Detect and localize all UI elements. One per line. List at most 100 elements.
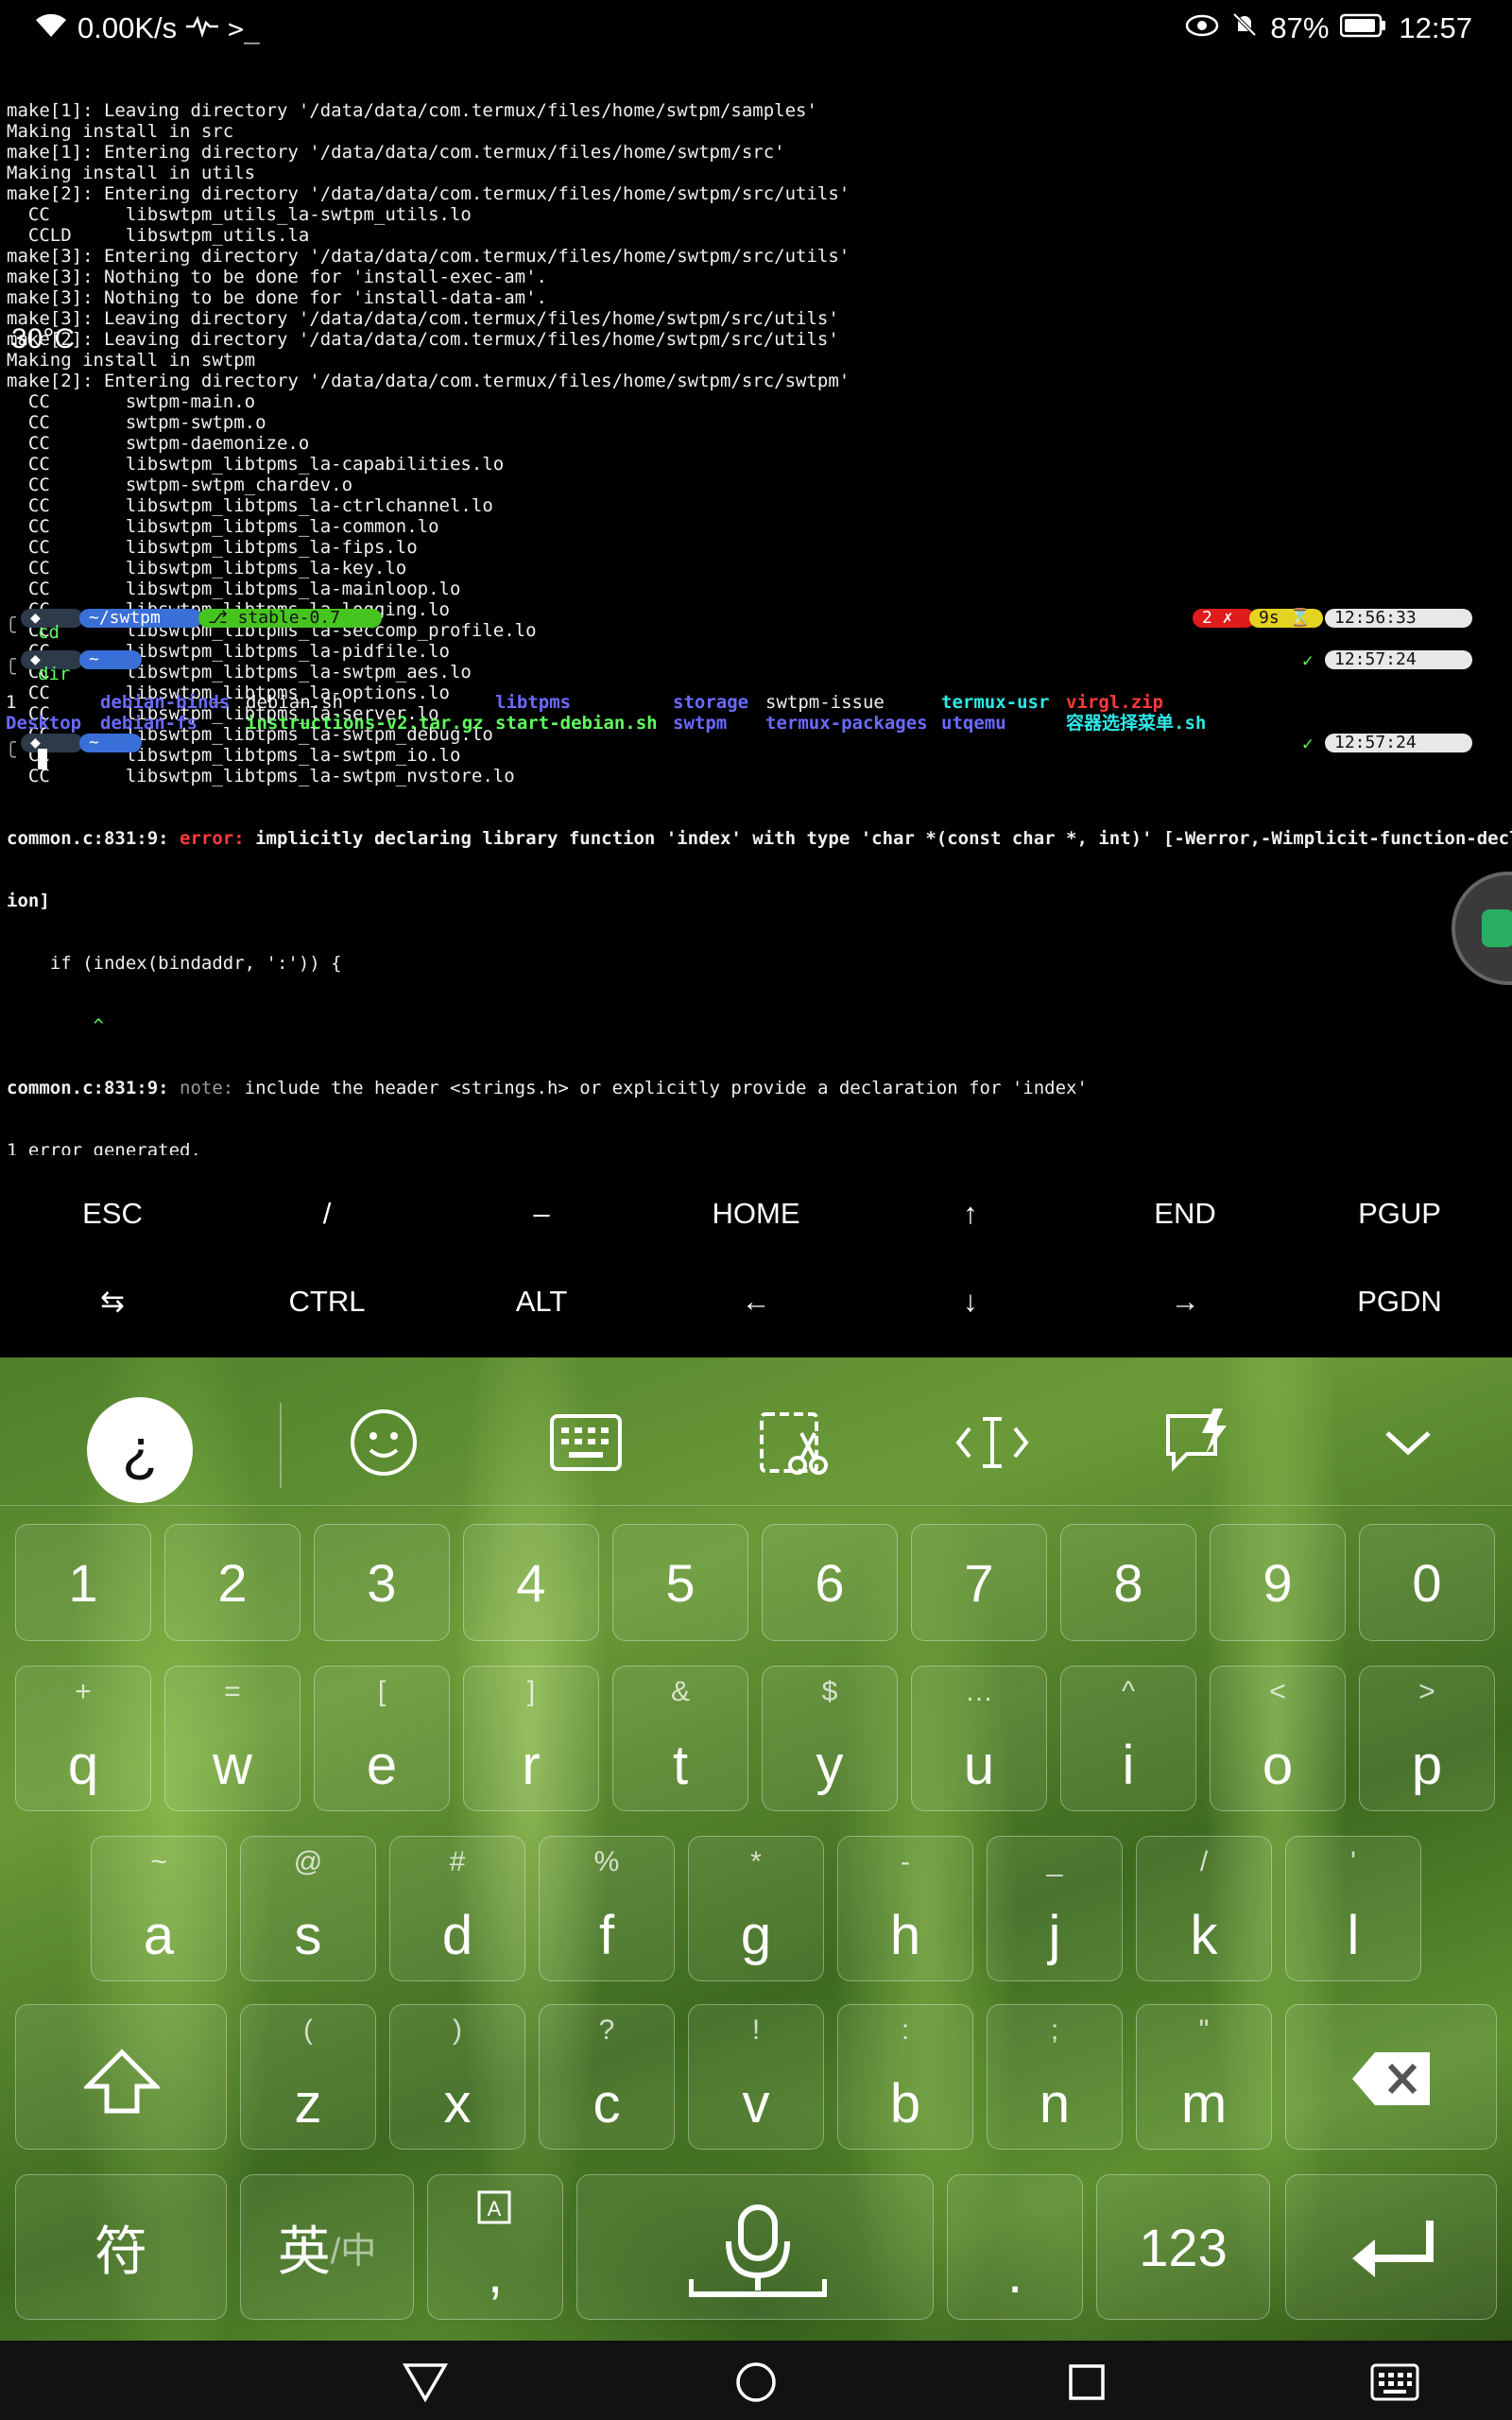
extra-key[interactable]: ↓ bbox=[863, 1256, 1078, 1346]
extra-key[interactable]: ↑ bbox=[863, 1168, 1078, 1258]
extra-key[interactable]: ESC bbox=[5, 1168, 220, 1258]
key-label: 5 bbox=[665, 1552, 696, 1613]
extra-key[interactable]: ⇆ bbox=[5, 1256, 220, 1346]
key-label: u bbox=[963, 1735, 995, 1796]
android-icon: ◆ bbox=[21, 734, 83, 752]
extra-key[interactable]: PGDN bbox=[1292, 1256, 1507, 1346]
key-letter[interactable]: (z bbox=[240, 2004, 376, 2150]
cursor-control-button[interactable] bbox=[945, 1395, 1040, 1490]
dir-entry: debian.sh bbox=[246, 692, 343, 713]
key-letter[interactable]: ; n bbox=[987, 2004, 1123, 2150]
shift-key[interactable] bbox=[15, 2004, 227, 2150]
extra-key[interactable]: HOME bbox=[648, 1168, 864, 1258]
key-number[interactable]: 6 bbox=[762, 1524, 898, 1641]
key-letter[interactable]: :b bbox=[837, 2004, 973, 2150]
key-label-wrap: 英/中 bbox=[241, 2175, 413, 2319]
key-letter[interactable]: % f bbox=[539, 1836, 675, 1981]
extra-key[interactable]: END bbox=[1077, 1168, 1293, 1258]
microphone-icon bbox=[689, 2204, 827, 2297]
key-number[interactable]: 8 bbox=[1060, 1524, 1196, 1641]
key-label: b bbox=[889, 2073, 921, 2135]
key-letter[interactable]: > p bbox=[1359, 1666, 1495, 1811]
dir-entry: virgl.zip bbox=[1066, 692, 1163, 713]
key-letter[interactable]: ? c bbox=[539, 2004, 675, 2150]
home-button[interactable] bbox=[728, 2358, 784, 2407]
space-key[interactable] bbox=[576, 2174, 934, 2320]
key-letter[interactable]: * g bbox=[688, 1836, 824, 1981]
clipboard-cut-button[interactable] bbox=[747, 1395, 841, 1490]
key-number[interactable]: 3 bbox=[314, 1524, 450, 1641]
key-letter[interactable]: & t bbox=[612, 1666, 748, 1811]
key-letter[interactable]: _ j bbox=[987, 1836, 1123, 1981]
key-number[interactable]: 5 bbox=[612, 1524, 748, 1641]
comma-key[interactable]: A, bbox=[427, 2174, 563, 2320]
key-number[interactable]: 1 bbox=[15, 1524, 151, 1641]
numeric-key[interactable]: 123 bbox=[1096, 2174, 1270, 2320]
key-letter[interactable]: … u bbox=[911, 1666, 1047, 1811]
back-button[interactable] bbox=[397, 2358, 454, 2407]
recents-square-icon bbox=[1069, 2364, 1105, 2400]
key-number[interactable]: 9 bbox=[1210, 1524, 1346, 1641]
symbols-key[interactable]: 符 bbox=[15, 2174, 227, 2320]
key-hint: @ bbox=[293, 1846, 323, 1877]
key-letter[interactable]: + q bbox=[15, 1666, 151, 1811]
extra-key[interactable]: PGUP bbox=[1292, 1168, 1507, 1258]
key-hint: ? bbox=[598, 2014, 615, 2046]
terminal-output[interactable]: make[1]: Leaving directory '/data/data/c… bbox=[0, 59, 1512, 1155]
success-check: ✓ bbox=[1302, 734, 1314, 754]
language-switch-key[interactable]: 英/中 bbox=[240, 2174, 414, 2320]
key-letter[interactable]: [e bbox=[314, 1666, 450, 1811]
key-letter[interactable]: $ y bbox=[762, 1666, 898, 1811]
command-text: dir bbox=[38, 664, 71, 684]
dir-entry: Desktop bbox=[6, 713, 82, 734]
extra-key[interactable]: ← bbox=[648, 1256, 864, 1346]
period-key[interactable]: . bbox=[947, 2174, 1083, 2320]
key-letter[interactable]: ] r bbox=[463, 1666, 599, 1811]
key-letter[interactable]: ) x bbox=[389, 2004, 525, 2150]
extra-key[interactable]: – bbox=[434, 1168, 649, 1258]
key-letter[interactable]: ~ a bbox=[91, 1836, 227, 1981]
key-label: k bbox=[1190, 1905, 1218, 1966]
key-letter[interactable]: @ s bbox=[240, 1836, 376, 1981]
dir-entry: libtpms bbox=[495, 692, 572, 713]
recents-button[interactable] bbox=[1058, 2358, 1115, 2407]
ime-logo-button[interactable]: ¿ bbox=[87, 1397, 193, 1503]
key-hint: & bbox=[670, 1676, 690, 1707]
key-letter[interactable]: / k bbox=[1136, 1836, 1272, 1981]
key-letter[interactable]: ' l bbox=[1285, 1836, 1421, 1981]
key-label: f bbox=[598, 1905, 615, 1966]
key-letter[interactable]: # d bbox=[389, 1836, 525, 1981]
key-letter[interactable]: = w bbox=[164, 1666, 301, 1811]
backspace-key[interactable] bbox=[1285, 2004, 1497, 2150]
error-line-cont: ion] bbox=[7, 890, 50, 911]
key-number[interactable]: 0 bbox=[1359, 1524, 1495, 1641]
extra-key[interactable]: CTRL bbox=[219, 1256, 435, 1346]
hide-keyboard-button[interactable] bbox=[1361, 1395, 1455, 1490]
key-label: 6 bbox=[815, 1552, 845, 1613]
prompt-time: 12:57:24 bbox=[1325, 650, 1472, 669]
command-text: cd bbox=[38, 622, 60, 643]
key-hint: + bbox=[75, 1676, 92, 1707]
key-letter[interactable]: ^ i bbox=[1060, 1666, 1196, 1811]
key-letter[interactable]: -h bbox=[837, 1836, 973, 1981]
key-hint: * bbox=[750, 1846, 762, 1877]
quick-reply-button[interactable] bbox=[1149, 1395, 1244, 1490]
key-letter[interactable]: " m bbox=[1136, 2004, 1272, 2150]
key-label: d bbox=[441, 1905, 473, 1966]
key-letter[interactable]: < o bbox=[1210, 1666, 1346, 1811]
key-number[interactable]: 2 bbox=[164, 1524, 301, 1641]
key-letter[interactable]: ! v bbox=[688, 2004, 824, 2150]
key-hint: ; bbox=[1050, 2014, 1059, 2046]
extra-key[interactable]: → bbox=[1077, 1256, 1293, 1346]
key-number[interactable]: 4 bbox=[463, 1524, 599, 1641]
key-label: q bbox=[67, 1735, 99, 1796]
enter-key[interactable] bbox=[1285, 2174, 1497, 2320]
keyboard-layout-button[interactable] bbox=[539, 1395, 633, 1490]
emoji-button[interactable] bbox=[336, 1395, 431, 1490]
key-number[interactable]: 7 bbox=[911, 1524, 1047, 1641]
keyboard-switch-button[interactable] bbox=[1366, 2358, 1423, 2407]
extra-key[interactable]: ALT bbox=[434, 1256, 649, 1346]
extra-key[interactable]: / bbox=[219, 1168, 435, 1258]
code-line: if (index(bindaddr, ':')) { bbox=[7, 953, 342, 974]
prompt-decoration: ╰ bbox=[6, 665, 16, 684]
